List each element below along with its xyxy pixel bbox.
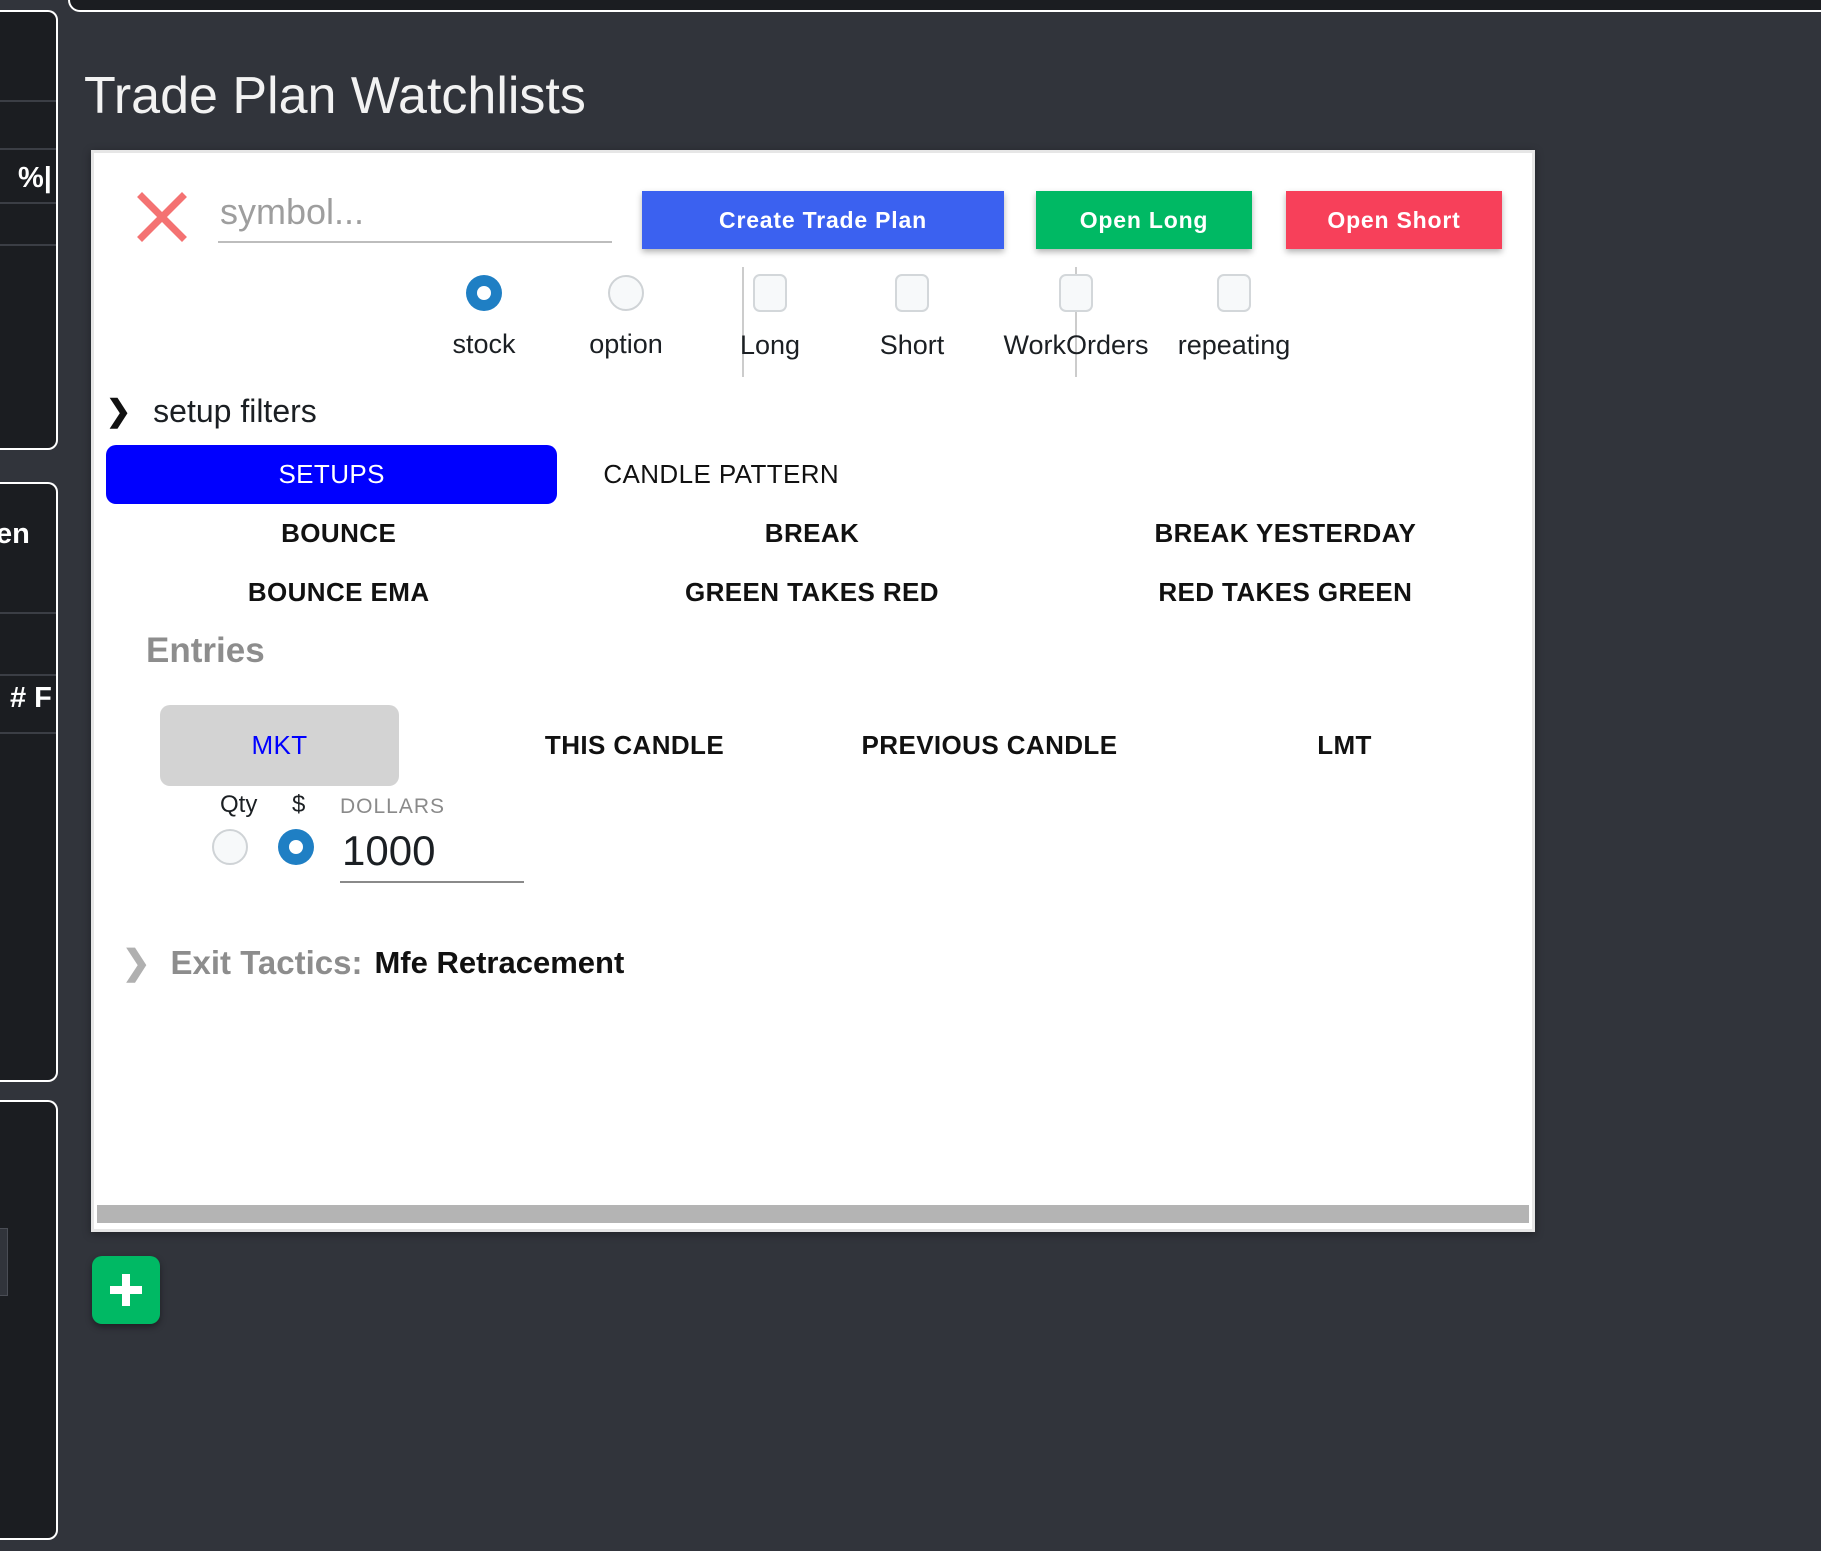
entries-heading: Entries: [146, 631, 265, 670]
open-long-button[interactable]: Open Long: [1036, 191, 1252, 249]
setup-filters-label: setup filters: [153, 393, 317, 429]
entry-type-previous-candle[interactable]: PREVIOUS CANDLE: [812, 730, 1167, 761]
long-checkbox[interactable]: [753, 274, 787, 312]
setup-row-1: BOUNCE BREAK BREAK YESTERDAY: [102, 504, 1522, 563]
workorders-label: WorkOrders: [1003, 330, 1149, 360]
exit-tactics-row[interactable]: ❯ Exit Tactics: Mfe Retracement: [122, 943, 624, 983]
dollars-caption: DOLLARS: [340, 795, 446, 818]
symbol-input[interactable]: [218, 187, 612, 243]
option-radio[interactable]: [608, 275, 644, 311]
option-repeating[interactable]: repeating: [1154, 263, 1314, 361]
dollar-label: $: [292, 791, 306, 818]
chevron-right-icon: ❯: [122, 944, 151, 982]
add-watchlist-button[interactable]: [92, 1256, 160, 1324]
symbol-row: Create Trade Plan Open Long Open Short: [94, 175, 1532, 267]
top-window-strip: [68, 0, 1821, 12]
options-row: stock option Long Short WorkOrders repea…: [94, 263, 1532, 391]
exit-tactics-label: Exit Tactics:: [170, 944, 363, 981]
setup-tab-setups[interactable]: SETUPS: [102, 445, 561, 504]
card-horizontal-scrollbar[interactable]: [97, 1205, 1529, 1223]
sidebar-cell-hash-f: # F: [10, 682, 52, 714]
app-root: %| en # F Trade Plan Watchlists Create T…: [0, 0, 1821, 1551]
dollar-radio[interactable]: [278, 829, 314, 865]
workorders-checkbox[interactable]: [1059, 274, 1093, 312]
plus-icon-vertical: [122, 1274, 130, 1306]
repeating-checkbox[interactable]: [1217, 274, 1251, 312]
create-trade-plan-button[interactable]: Create Trade Plan: [642, 191, 1004, 249]
sidebar-panel-top: %|: [0, 10, 58, 450]
setup-item-red-takes-green[interactable]: RED TAKES GREEN: [1049, 563, 1522, 622]
entry-type-mkt[interactable]: MKT: [102, 705, 457, 786]
setup-row-2: BOUNCE EMA GREEN TAKES RED RED TAKES GRE…: [102, 563, 1522, 622]
qty-radio[interactable]: [212, 829, 248, 865]
stock-label: stock: [452, 329, 516, 359]
long-label: Long: [739, 330, 801, 360]
setup-item-bounce[interactable]: BOUNCE: [102, 504, 575, 563]
sidebar-cell-percent: %|: [18, 162, 52, 194]
setup-tab-empty: [1063, 445, 1522, 504]
setup-filters-grid: SETUPS CANDLE PATTERN BOUNCE BREAK BREAK…: [102, 445, 1522, 622]
trade-plan-card: Create Trade Plan Open Long Open Short s…: [91, 150, 1535, 1232]
option-short[interactable]: Short: [832, 263, 992, 361]
setup-tab-candle-pattern[interactable]: CANDLE PATTERN: [561, 445, 1062, 504]
entry-type-mkt-label: MKT: [160, 705, 399, 786]
sidebar-panel-bottom: [0, 1100, 58, 1540]
stock-radio[interactable]: [466, 275, 502, 311]
entry-type-lmt[interactable]: LMT: [1167, 730, 1522, 761]
open-short-button[interactable]: Open Short: [1286, 191, 1502, 249]
option-label: option: [589, 329, 663, 359]
setup-filters-header[interactable]: ❯ setup filters: [106, 393, 317, 430]
short-label: Short: [879, 330, 945, 360]
exit-tactics-value: Mfe Retracement: [374, 945, 625, 980]
setup-item-break[interactable]: BREAK: [575, 504, 1048, 563]
option-workorders[interactable]: WorkOrders: [996, 263, 1156, 361]
setup-item-break-yesterday[interactable]: BREAK YESTERDAY: [1049, 504, 1522, 563]
entry-type-row: MKT THIS CANDLE PREVIOUS CANDLE LMT: [102, 705, 1522, 786]
repeating-label: repeating: [1177, 330, 1291, 360]
setup-row-headers: SETUPS CANDLE PATTERN: [102, 445, 1522, 504]
qty-label: Qty: [220, 791, 258, 818]
option-stock[interactable]: stock: [404, 263, 564, 360]
chevron-right-icon: ❯: [106, 395, 132, 428]
page-title: Trade Plan Watchlists: [84, 67, 586, 125]
short-checkbox[interactable]: [895, 274, 929, 312]
sidebar-panel-middle: en # F: [0, 482, 58, 1082]
setup-item-green-takes-red[interactable]: GREEN TAKES RED: [575, 563, 1048, 622]
close-x-icon[interactable]: [134, 189, 190, 245]
dollars-input[interactable]: [340, 825, 524, 883]
setup-tab-setups-label: SETUPS: [106, 445, 558, 504]
option-option[interactable]: option: [546, 263, 706, 360]
option-long[interactable]: Long: [690, 263, 850, 361]
sidebar-sub-box: [0, 1228, 8, 1296]
entry-type-this-candle[interactable]: THIS CANDLE: [457, 730, 812, 761]
sidebar-cell-open: en: [0, 518, 30, 550]
setup-item-bounce-ema[interactable]: BOUNCE EMA: [102, 563, 575, 622]
